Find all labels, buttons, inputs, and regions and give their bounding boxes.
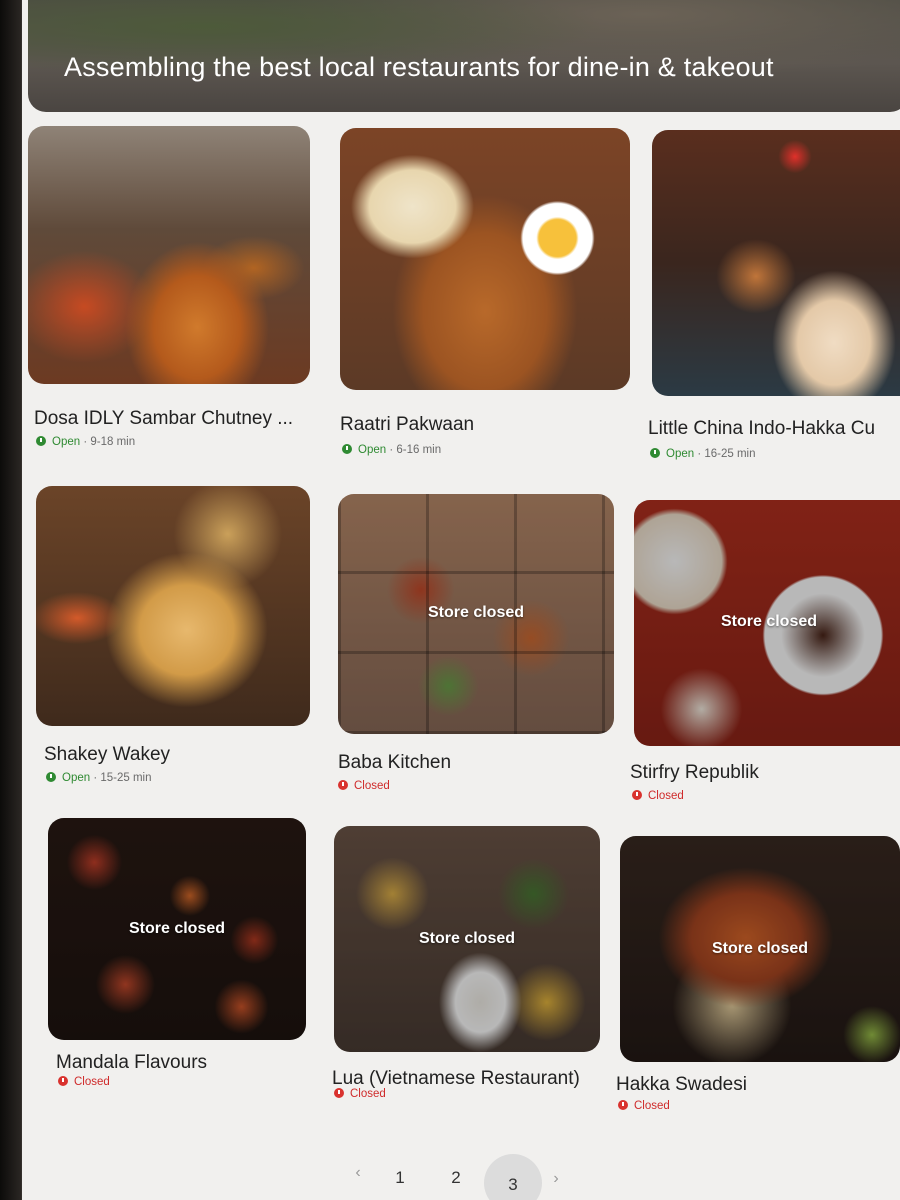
restaurant-status: Open · 16-25 min	[650, 448, 756, 460]
restaurant-image	[340, 128, 630, 390]
status-separator: ·	[80, 436, 91, 448]
restaurant-card[interactable]: Little China Indo-Hakka Cu Open · 16-25 …	[648, 130, 900, 468]
restaurant-image: Store closed	[620, 836, 900, 1062]
status-label: Closed	[350, 1088, 386, 1100]
clock-icon	[334, 1088, 344, 1098]
restaurant-status: Closed	[618, 1100, 670, 1112]
clock-icon	[338, 780, 348, 790]
status-label: Closed	[634, 1100, 670, 1112]
clock-icon	[650, 448, 660, 458]
restaurant-name: Shakey Wakey	[44, 744, 171, 765]
restaurant-card[interactable]: Store closed Baba Kitchen Closed	[338, 494, 614, 798]
status-label: Closed	[354, 780, 390, 792]
restaurant-card[interactable]: Dosa IDLY Sambar Chutney ... Open · 9-18…	[28, 126, 310, 456]
status-label: Open	[358, 444, 387, 456]
status-separator: ·	[90, 772, 101, 784]
status-label: Closed	[648, 790, 684, 802]
delivery-time: 9-18 min	[90, 436, 136, 448]
status-label: Open	[62, 772, 91, 784]
restaurant-status: Closed	[58, 1076, 110, 1088]
restaurant-name: Raatri Pakwaan	[340, 414, 475, 435]
clock-icon	[342, 444, 352, 454]
restaurant-name: Baba Kitchen	[338, 752, 452, 773]
status-label: Open	[52, 436, 81, 448]
restaurant-status: Open · 15-25 min	[46, 772, 152, 784]
restaurant-card[interactable]: Raatri Pakwaan Open · 6-16 min	[340, 128, 630, 462]
restaurant-image: Store closed	[338, 494, 614, 734]
clock-icon	[36, 436, 46, 446]
restaurant-name: Lua (Vietnamese Restaurant)	[332, 1068, 580, 1089]
delivery-time: 15-25 min	[100, 772, 152, 784]
restaurant-image	[652, 130, 900, 396]
store-closed-label: Store closed	[720, 613, 818, 631]
restaurant-status: Open · 6-16 min	[342, 444, 441, 456]
page-button-2[interactable]: 2	[446, 1168, 466, 1188]
hero-banner: Assembling the best local restaurants fo…	[28, 0, 900, 112]
page-button-3[interactable]: 3	[484, 1154, 542, 1200]
delivery-time: 16-25 min	[704, 448, 756, 460]
store-closed-label: Store closed	[711, 939, 809, 957]
delivery-time: 6-16 min	[396, 444, 442, 456]
clock-icon	[632, 790, 642, 800]
store-closed-label: Store closed	[418, 929, 516, 947]
restaurant-status: Open · 9-18 min	[36, 436, 135, 448]
clock-icon	[618, 1100, 628, 1110]
restaurant-image	[28, 126, 310, 384]
screen: Assembling the best local restaurants fo…	[22, 0, 900, 1200]
status-separator: ·	[694, 448, 705, 460]
restaurant-status: Closed	[334, 1088, 386, 1100]
restaurant-card[interactable]: Shakey Wakey Open · 15-25 min	[36, 486, 310, 788]
status-label: Closed	[74, 1076, 110, 1088]
status-label: Open	[666, 448, 695, 460]
restaurant-name: Little China Indo-Hakka Cu	[648, 418, 876, 439]
page-button-1[interactable]: 1	[390, 1168, 410, 1188]
hero-title: Assembling the best local restaurants fo…	[64, 52, 774, 82]
restaurant-image: Store closed	[48, 818, 306, 1040]
chevron-left-icon[interactable]: ‹	[352, 1164, 364, 1182]
clock-icon	[46, 772, 56, 782]
restaurant-card[interactable]: Store closed Lua (Vietnamese Restaurant)…	[332, 826, 600, 1106]
restaurant-image	[36, 486, 310, 726]
restaurant-status: Closed	[632, 790, 684, 802]
restaurant-card[interactable]: Store closed Mandala Flavours Closed	[48, 818, 306, 1092]
clock-icon	[58, 1076, 68, 1086]
restaurant-name: Mandala Flavours	[56, 1052, 208, 1073]
store-closed-label: Store closed	[427, 604, 525, 622]
restaurant-card[interactable]: Store closed Hakka Swadesi Closed	[616, 836, 900, 1118]
restaurant-image: Store closed	[634, 500, 900, 746]
status-separator: ·	[386, 444, 397, 456]
store-closed-label: Store closed	[128, 920, 226, 938]
chevron-right-icon[interactable]: ›	[550, 1170, 562, 1188]
restaurant-name: Stirfry Republik	[630, 762, 759, 783]
pagination: ‹ 1 2 3 ›	[22, 1148, 900, 1200]
restaurant-card[interactable]: Store closed Stirfry Republik Closed	[630, 500, 900, 810]
restaurant-name: Hakka Swadesi	[616, 1074, 747, 1095]
restaurant-image: Store closed	[334, 826, 600, 1052]
restaurant-status: Closed	[338, 780, 390, 792]
restaurant-name: Dosa IDLY Sambar Chutney ...	[34, 408, 294, 429]
